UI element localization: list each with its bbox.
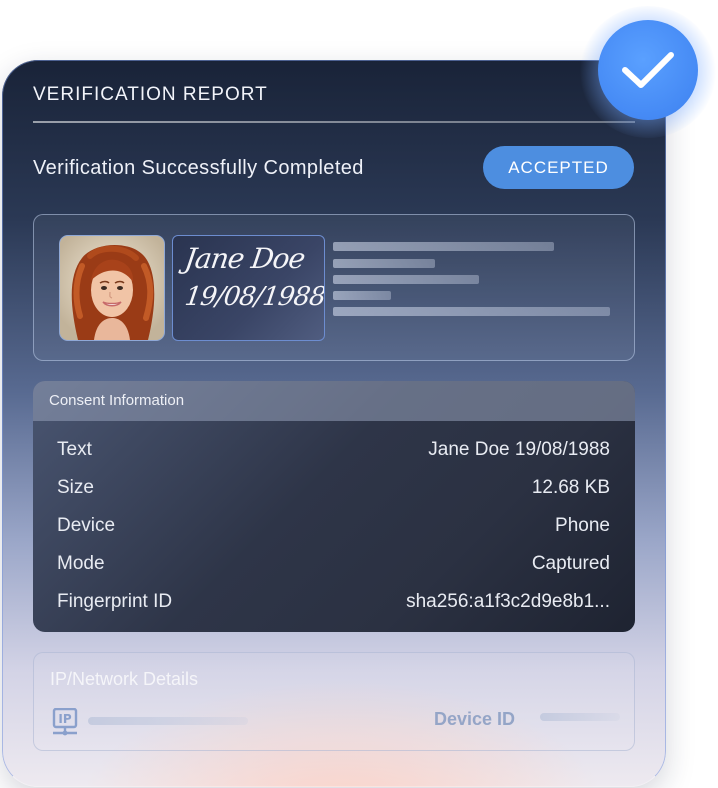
consent-row-label: Size xyxy=(57,477,94,498)
device-id-redacted xyxy=(540,713,620,721)
title-divider xyxy=(33,121,635,123)
consent-row-text: Text Jane Doe 19/08/1988 xyxy=(57,439,610,465)
consent-row-label: Fingerprint ID xyxy=(57,591,173,612)
report-title: VERIFICATION REPORT xyxy=(33,84,268,105)
signature-name: Jane Doe xyxy=(182,242,307,275)
consent-row-size: Size 12.68 KB xyxy=(57,477,610,503)
redacted-line xyxy=(333,259,435,268)
consent-row-label: Mode xyxy=(57,553,105,574)
consent-row-value: Captured xyxy=(531,553,610,574)
identity-panel: Jane Doe 19/08/1988 xyxy=(33,214,635,361)
consent-information-panel: Consent Information Text Jane Doe 19/08/… xyxy=(33,381,635,632)
verification-status-text: Verification Successfully Completed xyxy=(33,157,364,179)
ip-network-icon: IP xyxy=(52,708,78,736)
ip-network-details-panel: IP/Network Details IP Device ID xyxy=(33,652,635,751)
redacted-line xyxy=(333,242,554,251)
redacted-line xyxy=(333,275,479,284)
verification-report-card: VERIFICATION REPORT Verification Success… xyxy=(2,60,666,787)
consent-row-mode: Mode Captured xyxy=(57,553,610,579)
network-title: IP/Network Details xyxy=(50,669,199,689)
consent-row-device: Device Phone xyxy=(57,515,610,541)
portrait-photo xyxy=(59,235,165,341)
consent-row-value: Jane Doe 19/08/1988 xyxy=(428,439,610,460)
ip-address-redacted xyxy=(88,717,248,725)
check-icon xyxy=(622,52,674,88)
verified-check-badge xyxy=(598,20,698,120)
signature-date: 19/08/1988 xyxy=(182,282,325,312)
signature-card: Jane Doe 19/08/1988 xyxy=(172,235,325,341)
consent-row-label: Text xyxy=(57,439,92,460)
consent-row-label: Device xyxy=(57,515,116,536)
stage: VERIFICATION REPORT Verification Success… xyxy=(0,0,718,788)
ip-icon-text: IP xyxy=(58,712,71,726)
consent-row-value: Phone xyxy=(555,515,610,536)
accepted-status-badge: ACCEPTED xyxy=(483,146,634,189)
consent-row-value: 12.68 KB xyxy=(531,477,610,498)
redacted-line xyxy=(333,307,610,316)
redacted-line xyxy=(333,291,391,300)
consent-row-fingerprint: Fingerprint ID sha256:a1f3c2d9e8b1... xyxy=(57,591,610,617)
consent-row-value: sha256:a1f3c2d9e8b1... xyxy=(406,591,610,612)
consent-header: Consent Information xyxy=(33,381,635,421)
consent-title: Consent Information xyxy=(49,392,185,409)
portrait-illustration xyxy=(60,236,164,340)
device-id-label: Device ID xyxy=(434,709,516,729)
